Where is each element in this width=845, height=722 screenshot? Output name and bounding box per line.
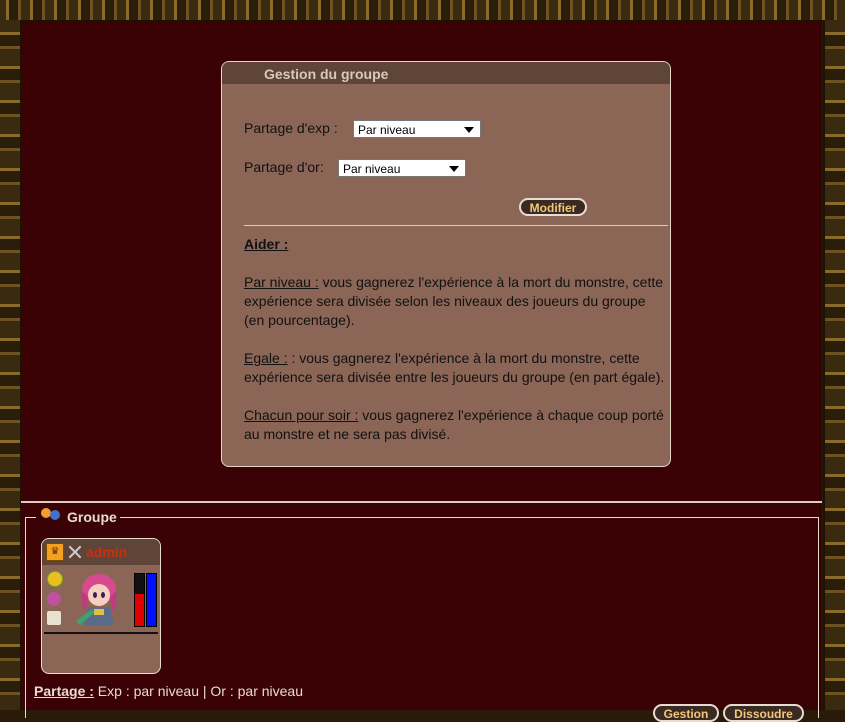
member-name: admin (86, 544, 128, 560)
share-text: Exp : par niveau | Or : par niveau (93, 683, 303, 699)
member-status-icons (47, 571, 63, 630)
help-egale: Egale : : vous gagnerez l'expérience à l… (244, 350, 665, 385)
help-title: Aider : (244, 236, 289, 252)
share-summary: Partage : Exp : par niveau | Or : par ni… (34, 683, 303, 699)
modify-button[interactable]: Modifier (519, 198, 587, 216)
mana-bar-fill (147, 574, 156, 626)
panel-divider (244, 225, 668, 226)
section-divider (21, 501, 822, 503)
member-card[interactable]: ♛ admin (41, 538, 161, 674)
exp-share-select[interactable]: Par niveau (353, 120, 481, 138)
character-face-icon (47, 592, 61, 606)
ornamental-frame-left (0, 20, 22, 710)
character-avatar (76, 574, 117, 625)
ornamental-frame-right (823, 20, 845, 710)
leader-icon: ♛ (46, 543, 64, 561)
group-legend-label: Groupe (67, 509, 117, 525)
member-card-divider (44, 632, 158, 634)
health-bar-fill (135, 593, 144, 626)
gold-share-select[interactable]: Par niveau (338, 159, 466, 177)
mana-bar (146, 573, 157, 627)
member-card-header: ♛ admin (42, 539, 160, 565)
chevron-down-icon (449, 166, 459, 172)
ornamental-frame-top (0, 0, 845, 22)
help-section: Aider : Par niveau : vous gagnerez l'exp… (244, 235, 668, 463)
help-par-niveau: Par niveau : vous gagnerez l'expérience … (244, 274, 664, 328)
main-content: Gestion du groupe Partage d'exp : Par ni… (21, 21, 822, 722)
group-management-panel: Gestion du groupe Partage d'exp : Par ni… (221, 61, 671, 467)
help-chacun: Chacun pour soir : vous gagnerez l'expér… (244, 407, 664, 442)
dissoudre-button[interactable]: Dissoudre (723, 704, 804, 722)
scroll-icon (47, 611, 61, 625)
group-people-icon (39, 508, 63, 526)
exp-share-value: Par niveau (358, 123, 416, 137)
gestion-button[interactable]: Gestion (653, 704, 719, 722)
gold-share-value: Par niveau (343, 162, 401, 176)
health-bar (134, 573, 145, 627)
crossed-swords-icon (67, 544, 83, 560)
panel-title: Gestion du groupe (222, 62, 670, 84)
chevron-down-icon (464, 127, 474, 133)
group-legend: Groupe (36, 508, 120, 526)
exp-share-label: Partage d'exp : (244, 120, 338, 136)
medal-icon (47, 571, 63, 587)
share-label: Partage : (34, 683, 94, 699)
gold-share-label: Partage d'or: (244, 159, 324, 175)
